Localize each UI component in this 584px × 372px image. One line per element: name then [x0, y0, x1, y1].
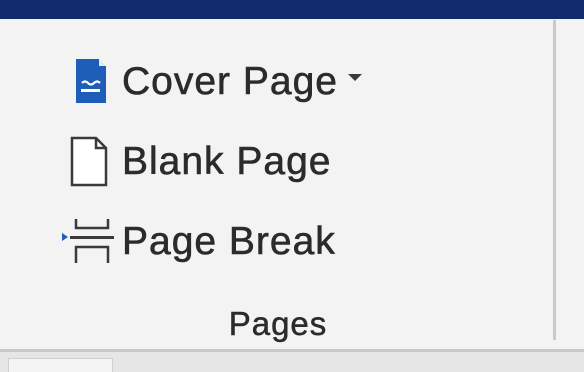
pages-group: Cover Page Blank Page Page Break Pages	[0, 19, 584, 349]
cover-page-label: Cover Page	[122, 59, 338, 103]
bottom-bar	[0, 349, 584, 372]
group-label: Pages	[228, 305, 328, 343]
word-ribbon-pages-group: Cover Page Blank Page Page Break Pages	[0, 0, 584, 372]
blank-page-button[interactable]: Blank Page	[60, 133, 331, 189]
chevron-down-icon[interactable]	[347, 73, 362, 81]
bottom-tab	[8, 358, 113, 372]
cover-page-button[interactable]: Cover Page	[60, 53, 362, 109]
page-break-button[interactable]: Page Break	[60, 213, 336, 269]
title-bar	[0, 0, 584, 19]
page-break-label: Page Break	[122, 219, 336, 263]
page-break-icon	[60, 213, 122, 269]
cover-page-icon	[60, 53, 122, 109]
blank-page-label: Blank Page	[122, 139, 332, 183]
group-separator	[553, 20, 556, 340]
blank-page-icon	[60, 133, 122, 189]
